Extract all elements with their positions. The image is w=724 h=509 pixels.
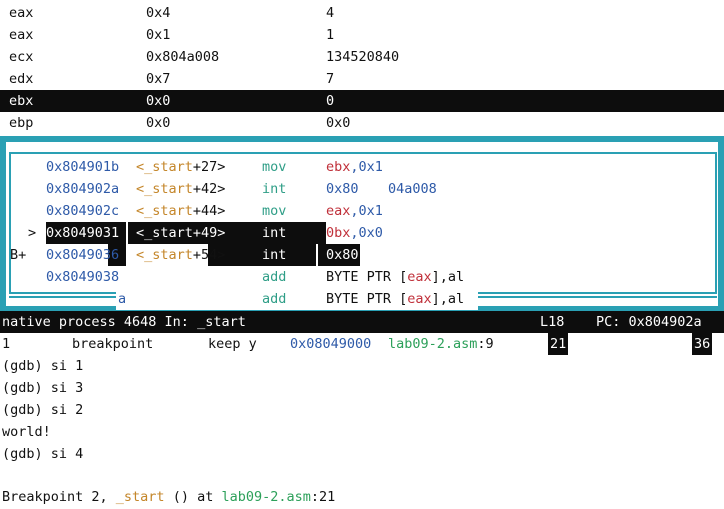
register-dec: 0 — [326, 93, 335, 109]
gdb-tui-window: { "registers": [ {"name":"eax","hex":"0x… — [0, 0, 724, 509]
register-name: edx — [9, 71, 34, 87]
asm-opcode: int — [262, 225, 287, 241]
bp-type: breakpoint — [72, 336, 154, 352]
console-line: (gdb) si 1 — [2, 358, 84, 374]
console-line: (gdb) si 3 — [2, 380, 84, 396]
bp-num: 1 — [2, 336, 11, 352]
status-process: native process 4648 In: _start — [2, 314, 246, 330]
register-name: ebp — [9, 115, 34, 131]
asm-operands: BYTE PTR [eax],al — [326, 269, 465, 285]
asm-symbol: <_start+49> — [136, 225, 226, 241]
asm-opcode: mov — [262, 159, 287, 175]
current-line-marker: > — [28, 225, 37, 241]
register-hex: 0x804a008 — [146, 49, 220, 65]
bp-location: lab09-2.asm:9 — [388, 336, 494, 352]
asm-address: 0x804902a — [46, 181, 120, 197]
breakpoint-marker: B+ — [10, 247, 27, 263]
register-hex: 0x4 — [146, 5, 171, 21]
selected-register-highlight — [0, 90, 724, 112]
asm-operands: BYTE PTR [eax],al — [326, 291, 465, 307]
register-name: eax — [9, 5, 34, 21]
console-line: world! — [2, 424, 51, 440]
asm-opcode: int — [262, 181, 287, 197]
asm-address: 0x8049036 — [46, 247, 120, 263]
asm-operands: 0x80 — [326, 247, 359, 263]
bp-hit-a: 21 — [548, 333, 569, 355]
asm-address: 0x804901b — [46, 159, 120, 175]
register-hex: 0x0 — [146, 115, 171, 131]
asm-symbol: <_start+44> — [136, 203, 226, 219]
register-hex: 0x7 — [146, 71, 171, 87]
asm-operands: ebx,0x1 — [326, 159, 383, 175]
asm-symbol: <_start+27> — [136, 159, 226, 175]
bp-address: 0x08049000 — [290, 336, 372, 352]
register-dec: 134520840 — [326, 49, 400, 65]
register-hex: 0x1 — [146, 27, 171, 43]
asm-operands: eax,0x1 — [326, 203, 383, 219]
bp-hit-b: 36 — [692, 333, 713, 355]
asm-operands: 0bx,0x0 — [326, 225, 383, 241]
status-pc: PC: 0x804902a — [596, 314, 702, 330]
asm-address: 0x8049031 — [46, 225, 120, 241]
console-line: (gdb) si 2 — [2, 402, 84, 418]
register-dec: 0x0 — [326, 115, 351, 131]
asm-opcode: int — [262, 247, 287, 263]
bp-disp: keep y — [208, 336, 257, 352]
register-dec: 4 — [326, 5, 335, 21]
asm-operands-overlap: 04a008 — [388, 181, 437, 197]
asm-opcode: mov — [262, 203, 287, 219]
status-line: L18 — [540, 314, 565, 330]
asm-address: a — [118, 291, 127, 307]
register-name: eax — [9, 27, 34, 43]
asm-address: 0x8049038 — [46, 269, 120, 285]
asm-operands: 0x80 — [326, 181, 359, 197]
asm-symbol: <_start+54> — [136, 247, 226, 263]
register-dec: 1 — [326, 27, 335, 43]
breakpoint-hit-message: Breakpoint 2, _start () at lab09-2.asm:2… — [2, 489, 336, 505]
register-dec: 7 — [326, 71, 335, 87]
register-hex: 0x0 — [146, 93, 171, 109]
register-name: ebx — [9, 93, 34, 109]
asm-symbol: <_start+42> — [136, 181, 226, 197]
asm-address: 0x804902c — [46, 203, 120, 219]
console-line: (gdb) si 4 — [2, 446, 84, 462]
asm-opcode: add — [262, 291, 287, 307]
asm-opcode: add — [262, 269, 287, 285]
asm-row-bg — [116, 288, 256, 310]
register-name: ecx — [9, 49, 34, 65]
